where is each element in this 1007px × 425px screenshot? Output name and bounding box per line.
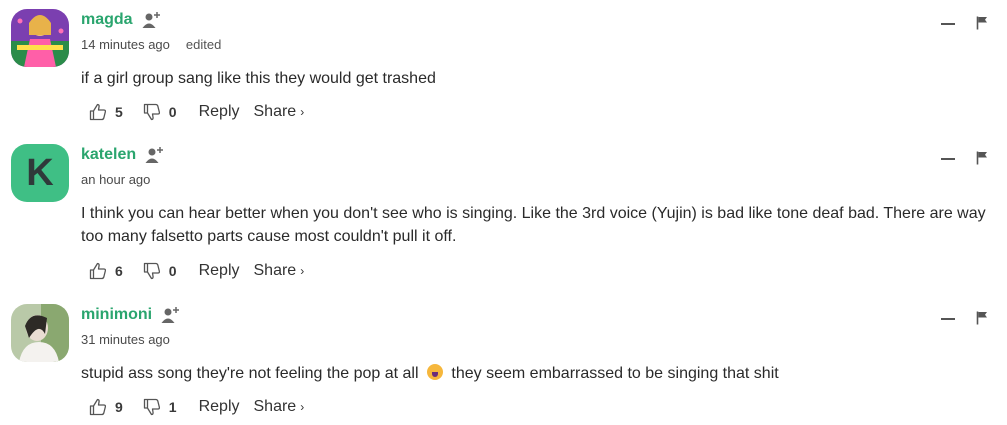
share-button[interactable]: Share › [254, 262, 305, 280]
crying-face-emoji [426, 364, 443, 380]
thumbs-up-icon [89, 262, 107, 280]
like-button[interactable]: 5 [89, 103, 123, 121]
share-button[interactable]: Share › [254, 398, 305, 416]
add-user-icon[interactable] [142, 11, 162, 29]
reply-button[interactable]: Reply [199, 262, 240, 280]
chevron-right-icon: › [300, 400, 305, 414]
username[interactable]: katelen [81, 146, 136, 164]
collapse-icon[interactable] [941, 23, 955, 25]
edited-label: edited [185, 37, 222, 52]
dislike-button[interactable]: 0 [143, 262, 177, 280]
comment-text: stupid ass song they're not feeling the … [81, 364, 779, 382]
comment-text: I think you can hear better when you don… [81, 205, 986, 245]
like-count: 6 [115, 263, 123, 279]
thumbs-down-icon [143, 398, 160, 416]
collapse-icon[interactable] [941, 318, 955, 320]
photo-person-icon [11, 304, 69, 362]
share-button[interactable]: Share › [254, 103, 305, 121]
reply-button[interactable]: Reply [199, 398, 240, 416]
add-user-icon[interactable] [161, 306, 181, 324]
add-user-icon[interactable] [145, 146, 165, 164]
comment-text: if a girl group sang like this they woul… [81, 70, 436, 87]
dislike-button[interactable]: 0 [143, 103, 177, 121]
dislike-count: 0 [168, 104, 177, 120]
avatar[interactable]: K [11, 144, 69, 202]
timestamp: an hour ago [81, 172, 151, 187]
chevron-right-icon: › [300, 105, 305, 119]
thumbs-up-icon [89, 398, 107, 416]
flag-icon[interactable] [976, 311, 988, 325]
avatar[interactable] [11, 304, 69, 362]
like-count: 9 [115, 399, 123, 415]
thumbs-up-icon [89, 103, 107, 121]
dislike-count: 0 [168, 263, 177, 279]
timestamp: 14 minutes ago [81, 37, 170, 52]
avatar[interactable] [11, 9, 69, 67]
reply-button[interactable]: Reply [199, 103, 240, 121]
photo-magazine-icon [11, 9, 69, 67]
collapse-icon[interactable] [941, 158, 955, 160]
dislike-button[interactable]: 1 [143, 398, 177, 416]
dislike-count: 1 [168, 399, 177, 415]
like-button[interactable]: 6 [89, 262, 123, 280]
like-count: 5 [115, 104, 123, 120]
username[interactable]: magda [81, 11, 133, 29]
chevron-right-icon: › [300, 264, 305, 278]
thumbs-down-icon [143, 262, 160, 280]
like-button[interactable]: 9 [89, 398, 123, 416]
flag-icon[interactable] [976, 151, 988, 165]
timestamp: 31 minutes ago [81, 332, 170, 347]
username[interactable]: minimoni [81, 306, 152, 324]
thumbs-down-icon [143, 103, 160, 121]
flag-icon[interactable] [976, 16, 988, 30]
